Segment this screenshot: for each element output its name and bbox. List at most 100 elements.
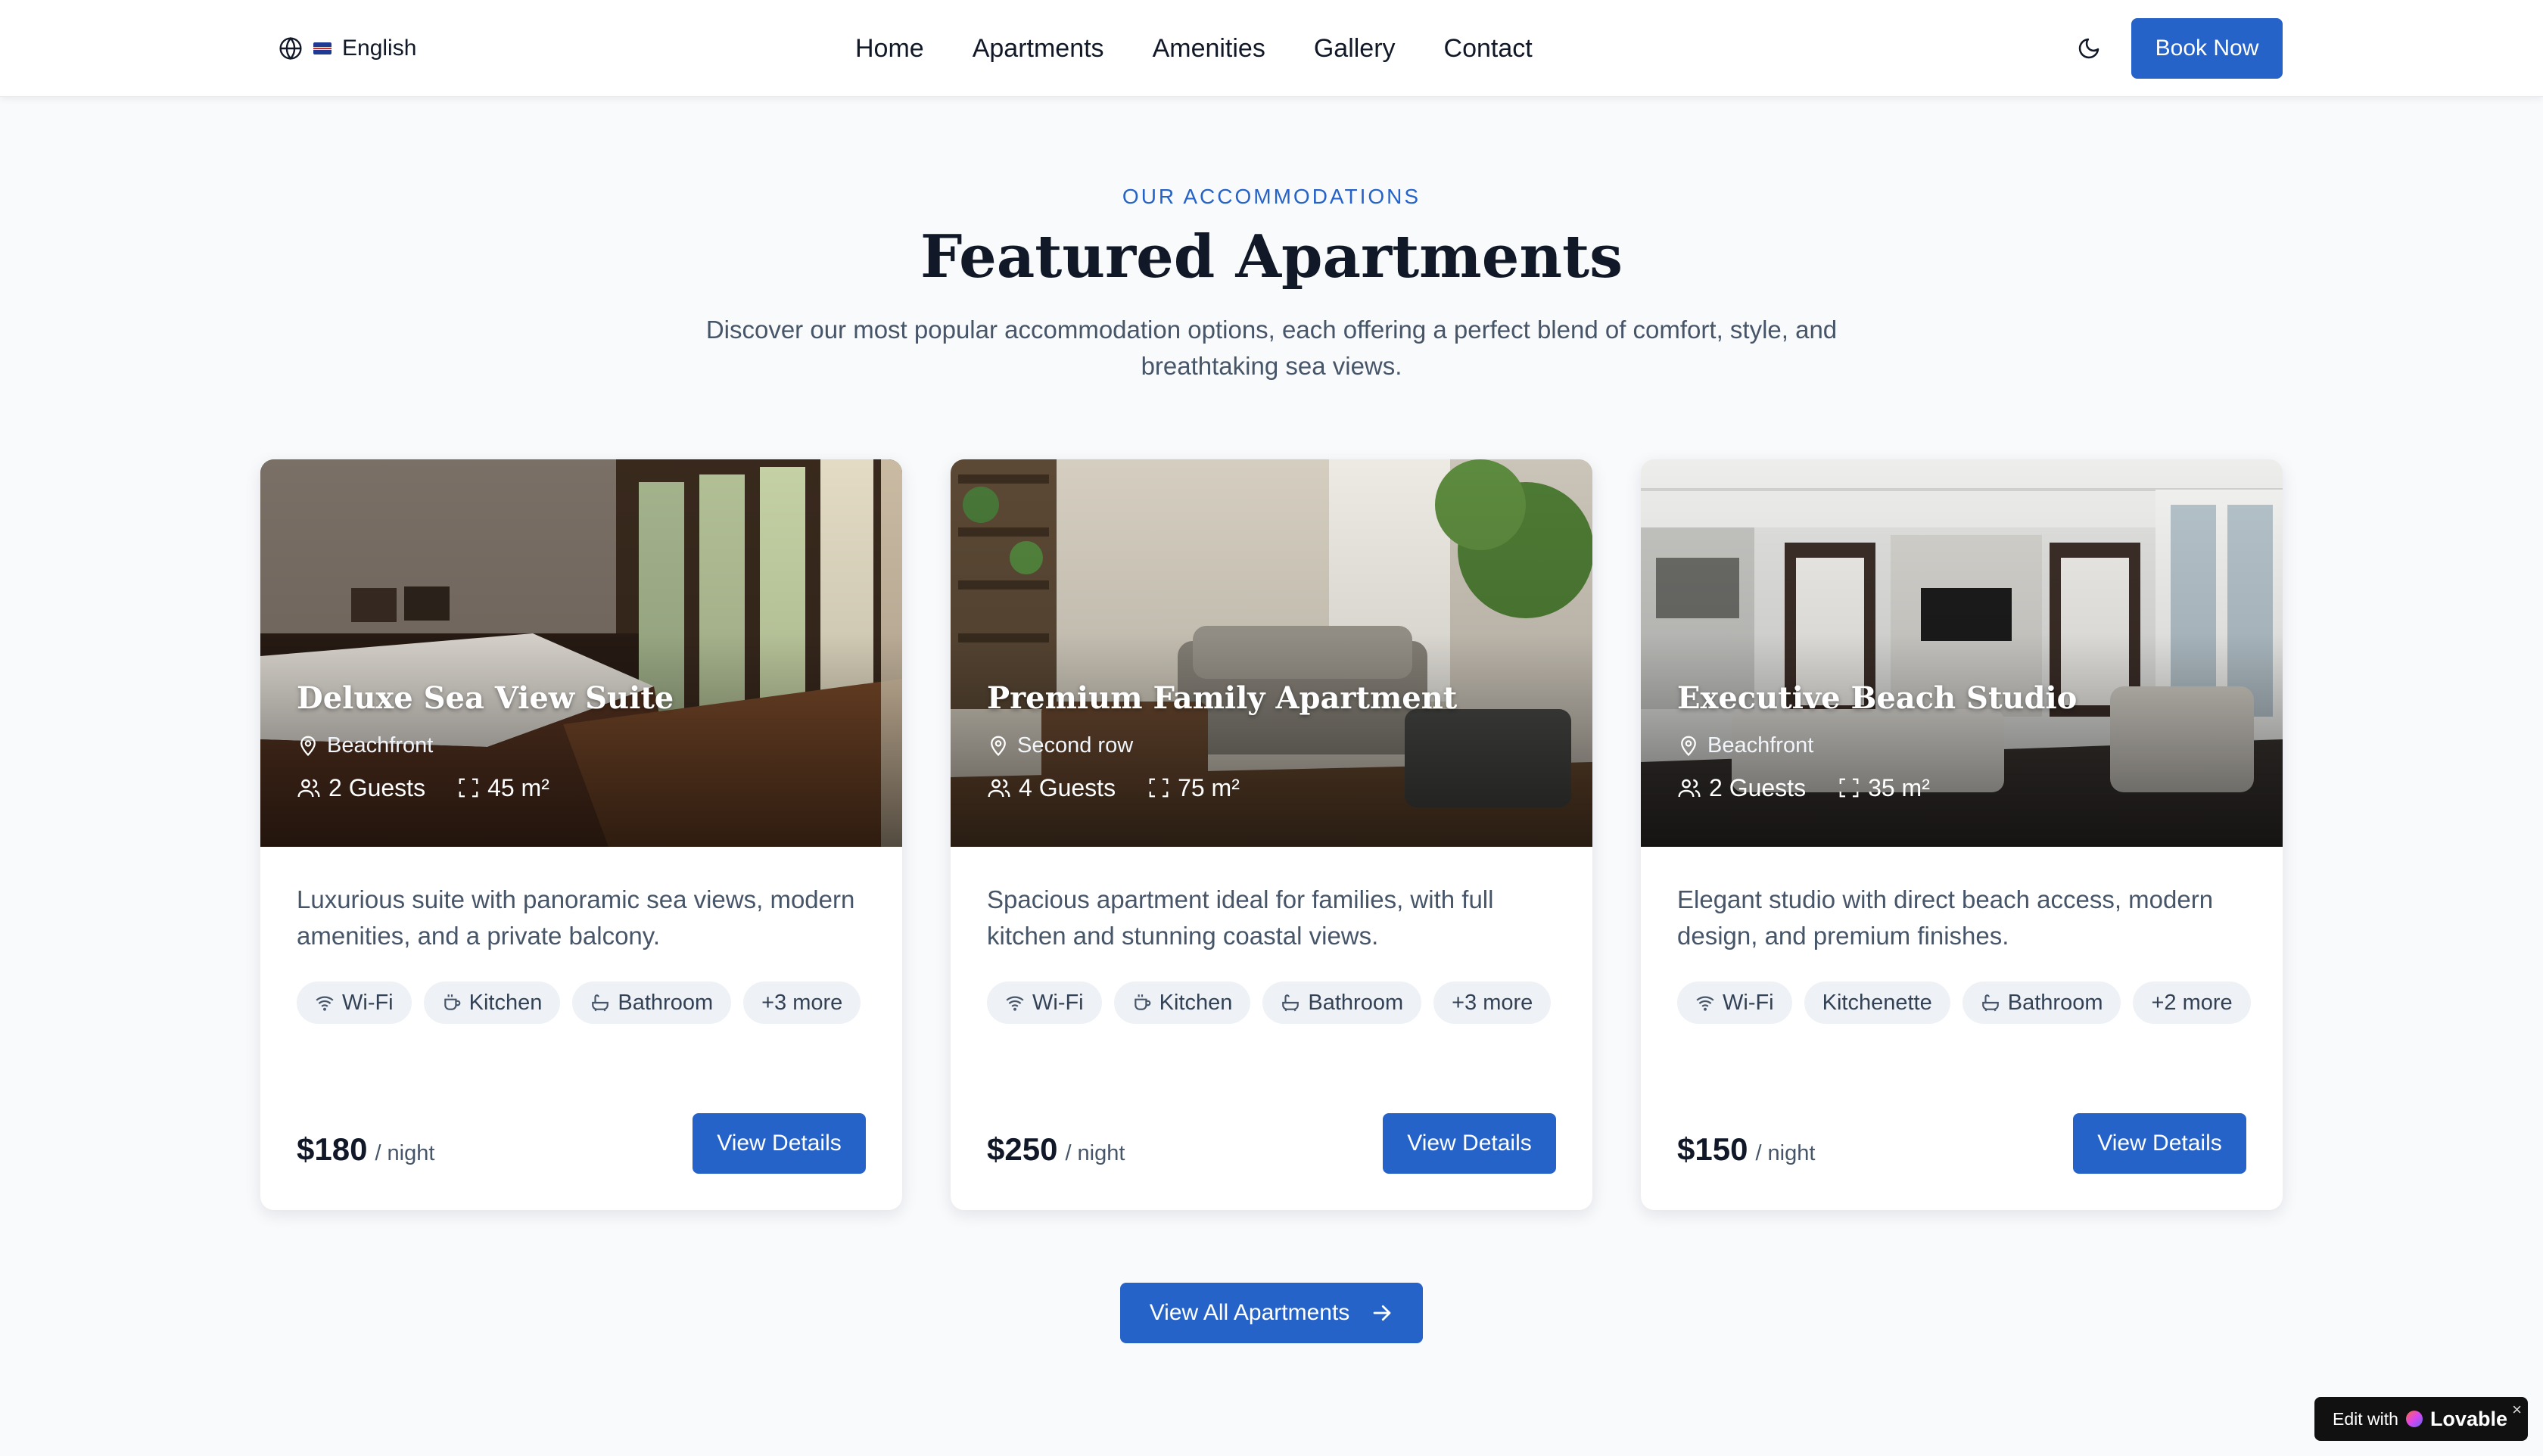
view-all-apartments-button[interactable]: View All Apartments [1120,1283,1423,1343]
map-pin-icon [1681,736,1696,757]
amenity-tags: Wi-Fi Kitchenette Bathroom +2 more [1677,982,2252,1024]
amenity-tags: Wi-Fi Kitchen Bathroom +3 more [987,982,1562,1024]
top-navbar: English Home Apartments Amenities Galler… [0,0,2543,97]
wifi-icon [1696,996,1714,1011]
amenity-label: Kitchen [468,990,543,1015]
language-label: English [342,36,417,61]
badge-prefix: Edit with [2333,1408,2398,1429]
nav-link-contact[interactable]: Contact [1444,34,1533,64]
theme-toggle-button[interactable] [2074,33,2104,64]
price-unit: / night [1065,1141,1125,1165]
section-subtitle: Discover our most popular accommodation … [705,316,1838,380]
apartment-photo: Executive Beach Studio Beachfront 2 Gues… [1641,459,2283,847]
moon-icon [2078,38,2099,59]
lovable-logo-icon [2405,1411,2423,1427]
amenity-tag: Kitchenette [1804,982,1950,1024]
amenity-label: Kitchenette [1822,990,1932,1015]
price: $180 / night [297,1131,434,1168]
expand-icon [1149,778,1169,798]
globe-icon [279,36,302,61]
apartment-description: Luxurious suite with panoramic sea views… [297,885,855,950]
apartment-meta: 4 Guests 75 m² [987,771,1240,804]
price: $150 / night [1677,1131,1815,1168]
apartment-location: Beachfront [297,730,433,761]
apartment-card: Deluxe Sea View Suite Beachfront 2 Guest… [260,459,902,1210]
badge-brand: Lovable [2429,1407,2507,1430]
nav-link-apartments[interactable]: Apartments [973,34,1104,64]
apartment-location: Beachfront [1677,730,1813,761]
apartment-card: Executive Beach Studio Beachfront 2 Gues… [1641,459,2283,1210]
close-icon[interactable]: × [2512,1400,2522,1420]
apartment-meta: 2 Guests 45 m² [297,771,549,804]
users-icon [1678,779,1701,798]
amenity-label: Bathroom [1308,990,1404,1015]
apartment-photo: Deluxe Sea View Suite Beachfront 2 Guest… [260,459,902,847]
view-details-button[interactable]: View Details [1383,1113,1556,1174]
more-amenities-tag[interactable]: +2 more [2133,982,2251,1024]
location-label: Beachfront [1707,733,1814,758]
apartment-photo: Premium Family Apartment Second row 4 Gu… [951,459,1592,847]
price-value: $250 [987,1131,1058,1167]
apartment-title: Executive Beach Studio [1677,680,2078,716]
guests-label: 2 Guests [328,773,426,801]
guests-label: 2 Guests [1709,773,1807,801]
apartment-card: Premium Family Apartment Second row 4 Gu… [951,459,1592,1210]
apartment-description: Spacious apartment ideal for families, w… [987,885,1494,950]
amenity-tag: Kitchen [1113,982,1251,1024]
arrow-right-icon [1373,1305,1391,1321]
price-unit: / night [375,1141,435,1165]
amenity-tag: Bathroom [1262,982,1422,1024]
amenity-tag: Kitchen [423,982,561,1024]
amenity-tag: Wi-Fi [1677,982,1792,1024]
guests-label: 4 Guests [1019,773,1116,801]
apartment-description: Elegant studio with direct beach access,… [1677,885,2214,950]
edit-with-lovable-badge[interactable]: Edit with Lovable × [2314,1397,2528,1441]
amenity-label: Kitchen [1159,990,1233,1015]
map-pin-icon [300,736,316,757]
bath-icon [1981,994,1999,1012]
more-amenities-tag[interactable]: +3 more [743,982,861,1024]
price-value: $180 [297,1131,368,1167]
amenity-tag: Bathroom [1962,982,2121,1024]
uk-flag-icon [313,42,331,54]
users-icon [297,779,320,798]
price: $250 / night [987,1131,1125,1168]
view-details-button[interactable]: View Details [2073,1113,2246,1174]
view-details-button[interactable]: View Details [693,1113,866,1174]
amenity-tag: Wi-Fi [297,982,412,1024]
apartment-location: Second row [987,730,1133,761]
nav-link-amenities[interactable]: Amenities [1153,34,1265,64]
nav-link-gallery[interactable]: Gallery [1314,34,1396,64]
wifi-icon [316,996,334,1011]
apartment-title: Premium Family Apartment [987,680,1458,716]
amenity-label: Wi-Fi [1723,990,1774,1015]
users-icon [988,779,1010,798]
coffee-icon [444,994,460,1010]
amenity-label: Wi-Fi [342,990,394,1015]
book-now-button[interactable]: Book Now [2131,18,2283,79]
view-all-label: View All Apartments [1149,1300,1350,1325]
location-label: Second row [1017,733,1134,758]
more-amenities-tag[interactable]: +3 more [1433,982,1552,1024]
nav-links: Home Apartments Amenities Gallery Contac… [855,27,1533,70]
price-unit: / night [1755,1141,1816,1165]
amenity-tag: Bathroom [572,982,732,1024]
section-title: Featured Apartments [920,222,1623,291]
nav-link-home[interactable]: Home [855,34,924,64]
amenity-tags: Wi-Fi Kitchen Bathroom +3 more [297,982,872,1024]
amenity-label: Bathroom [2007,990,2103,1015]
area-label: 75 m² [1178,773,1240,801]
wifi-icon [1006,996,1024,1011]
bath-icon [592,994,609,1012]
bath-icon [1282,994,1300,1012]
area-label: 45 m² [487,773,549,801]
amenity-label: Wi-Fi [1032,990,1084,1015]
section-eyebrow: OUR ACCOMMODATIONS [1122,185,1421,208]
map-pin-icon [991,736,1006,757]
coffee-icon [1134,994,1150,1010]
location-label: Beachfront [327,733,434,758]
apartment-meta: 2 Guests 35 m² [1677,771,1930,804]
expand-icon [1839,778,1859,798]
amenity-tag: Wi-Fi [987,982,1102,1024]
language-selector[interactable]: English [279,30,416,67]
